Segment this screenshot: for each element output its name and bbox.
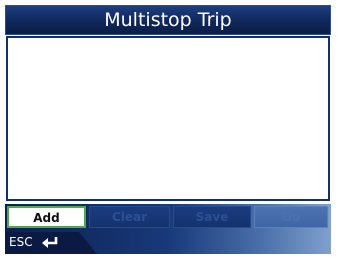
title-bar: Multistop Trip — [5, 5, 331, 35]
go-button[interactable]: Go — [254, 206, 328, 228]
save-button[interactable]: Save — [173, 206, 251, 228]
esc-button-edge — [79, 232, 97, 254]
esc-button[interactable]: ESC — [5, 232, 79, 254]
multistop-trip-screen: Multistop Trip Add Clear Save Go ESC — [0, 0, 338, 258]
return-arrow-icon — [42, 237, 58, 248]
stop-list[interactable] — [6, 36, 330, 201]
bottom-toolbar: Add Clear Save Go ESC — [5, 204, 331, 254]
clear-button[interactable]: Clear — [89, 206, 170, 228]
esc-label: ESC — [9, 235, 33, 249]
page-title: Multistop Trip — [104, 9, 232, 31]
add-button[interactable]: Add — [7, 206, 86, 228]
